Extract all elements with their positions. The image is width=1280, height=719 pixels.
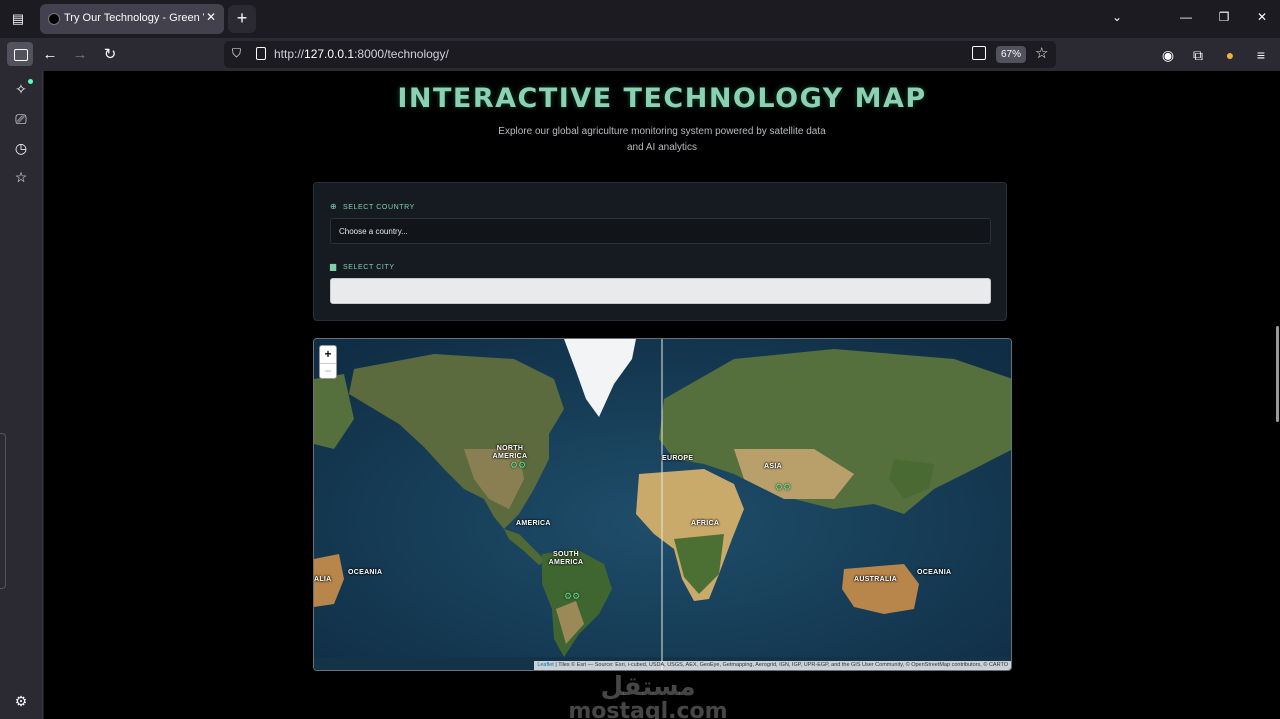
farm-tractor-marker-icon[interactable]: ⚙⚙ xyxy=(510,460,526,470)
extensions-puzzle-icon[interactable]: ⧉ xyxy=(1188,45,1208,65)
country-label: ⊕ SELECT COUNTRY xyxy=(330,202,415,211)
globe-icon: ⊕ xyxy=(330,202,338,211)
watermark-latin: mostaql.com xyxy=(568,699,728,719)
forward-arrow-icon[interactable]: → xyxy=(69,44,91,66)
city-buildings-icon: ▆ xyxy=(330,262,337,271)
synced-tabs-icon[interactable]: ⎚ xyxy=(11,109,31,129)
farm-tractor-marker-icon[interactable]: ⚙⚙ xyxy=(775,482,791,492)
city-label: ▆ SELECT CITY xyxy=(330,262,395,271)
save-page-icon[interactable] xyxy=(972,46,986,60)
tab-title: Try Our Technology - Green Visi xyxy=(64,12,204,24)
tab-bar: ▤ Try Our Technology - Green Visi ✕ + ⌄ … xyxy=(0,0,1280,38)
browser-tab-active[interactable]: Try Our Technology - Green Visi ✕ xyxy=(40,4,224,34)
watermark: مستقل mostaql.com xyxy=(558,674,738,719)
map-zoom-in-button[interactable]: + xyxy=(320,346,336,362)
site-favicon-icon xyxy=(48,13,60,25)
technology-map[interactable]: + − NORTH AMERICA EUROPE ASIA AMERICA AF… xyxy=(313,338,1012,671)
satellite-map-tiles xyxy=(314,339,1011,670)
region-label-oceania-right: OCEANIA xyxy=(917,569,952,576)
page-content: INTERACTIVE TECHNOLOGY MAP Explore our g… xyxy=(44,71,1280,719)
map-zoom-out-button[interactable]: − xyxy=(320,363,336,379)
sidebar-resize-handle[interactable] xyxy=(0,433,6,589)
cookie-extension-icon[interactable]: ● xyxy=(1220,45,1240,65)
notification-dot xyxy=(28,79,33,84)
country-select[interactable]: Choose a country... xyxy=(330,218,991,244)
account-icon[interactable]: ◉ xyxy=(1158,45,1178,65)
tab-close-icon[interactable]: ✕ xyxy=(206,10,216,24)
watermark-arabic: مستقل xyxy=(600,672,696,702)
restore-window-icon[interactable]: ❐ xyxy=(1214,10,1234,24)
tracking-shield-icon[interactable]: ⛉ xyxy=(232,46,246,62)
city-select[interactable] xyxy=(330,278,991,304)
region-label-asia: ASIA xyxy=(764,463,782,470)
tab-list-icon[interactable]: ▤ xyxy=(8,9,28,29)
settings-gear-icon[interactable]: ⚙ xyxy=(11,691,31,711)
navigation-toolbar: ← → ↻ ⛉ http://127.0.0.1:8000/technology… xyxy=(0,38,1280,71)
reload-icon[interactable]: ↻ xyxy=(99,44,121,66)
sidebar-toggle-icon[interactable] xyxy=(7,42,33,66)
close-window-icon[interactable]: ✕ xyxy=(1252,10,1272,24)
region-label-north-america: NORTH AMERICA xyxy=(492,445,528,460)
page-info-icon[interactable] xyxy=(256,47,266,60)
new-tab-button[interactable]: + xyxy=(228,5,256,33)
region-label-oceania-left: OCEANIA xyxy=(348,569,383,576)
region-label-alia-clipped: ALIA xyxy=(314,576,332,583)
region-label-south-america: SOUTH AMERICA xyxy=(548,551,584,566)
region-label-europe: EUROPE xyxy=(662,455,694,462)
location-selector-panel: ⊕ SELECT COUNTRY Choose a country... ▆ SEL… xyxy=(313,182,1007,321)
page-title: INTERACTIVE TECHNOLOGY MAP xyxy=(397,83,927,114)
app-menu-icon[interactable]: ≡ xyxy=(1251,45,1271,65)
bookmarks-star-icon[interactable]: ☆ xyxy=(11,167,31,187)
minimize-window-icon[interactable]: — xyxy=(1176,10,1196,24)
address-bar[interactable]: ⛉ http://127.0.0.1:8000/technology/ 67% … xyxy=(224,41,1056,68)
map-zoom-control: + − xyxy=(319,345,337,379)
region-label-australia: AUSTRALIA xyxy=(854,576,898,583)
farm-tractor-marker-icon[interactable]: ⚙⚙ xyxy=(564,591,580,601)
bookmark-star-icon[interactable]: ☆ xyxy=(1035,44,1048,62)
region-label-america: AMERICA xyxy=(516,520,551,527)
back-arrow-icon[interactable]: ← xyxy=(39,44,61,66)
page-scrollbar[interactable] xyxy=(1276,326,1279,422)
page-subtitle: Explore our global agriculture monitorin… xyxy=(498,126,826,153)
zoom-level-badge[interactable]: 67% xyxy=(996,46,1026,63)
tab-overflow-chevron-icon[interactable]: ⌄ xyxy=(1107,10,1127,24)
history-clock-icon[interactable]: ◷ xyxy=(11,138,31,158)
map-attribution: Leaflet | Tiles © Esri — Source: Esri, i… xyxy=(534,661,1011,670)
browser-sidebar: ✧ ⎚ ◷ ☆ ⚙ xyxy=(0,71,43,719)
url-text[interactable]: http://127.0.0.1:8000/technology/ xyxy=(274,47,449,61)
leaflet-link[interactable]: Leaflet xyxy=(537,662,554,668)
region-label-africa: AFRICA xyxy=(691,520,720,527)
